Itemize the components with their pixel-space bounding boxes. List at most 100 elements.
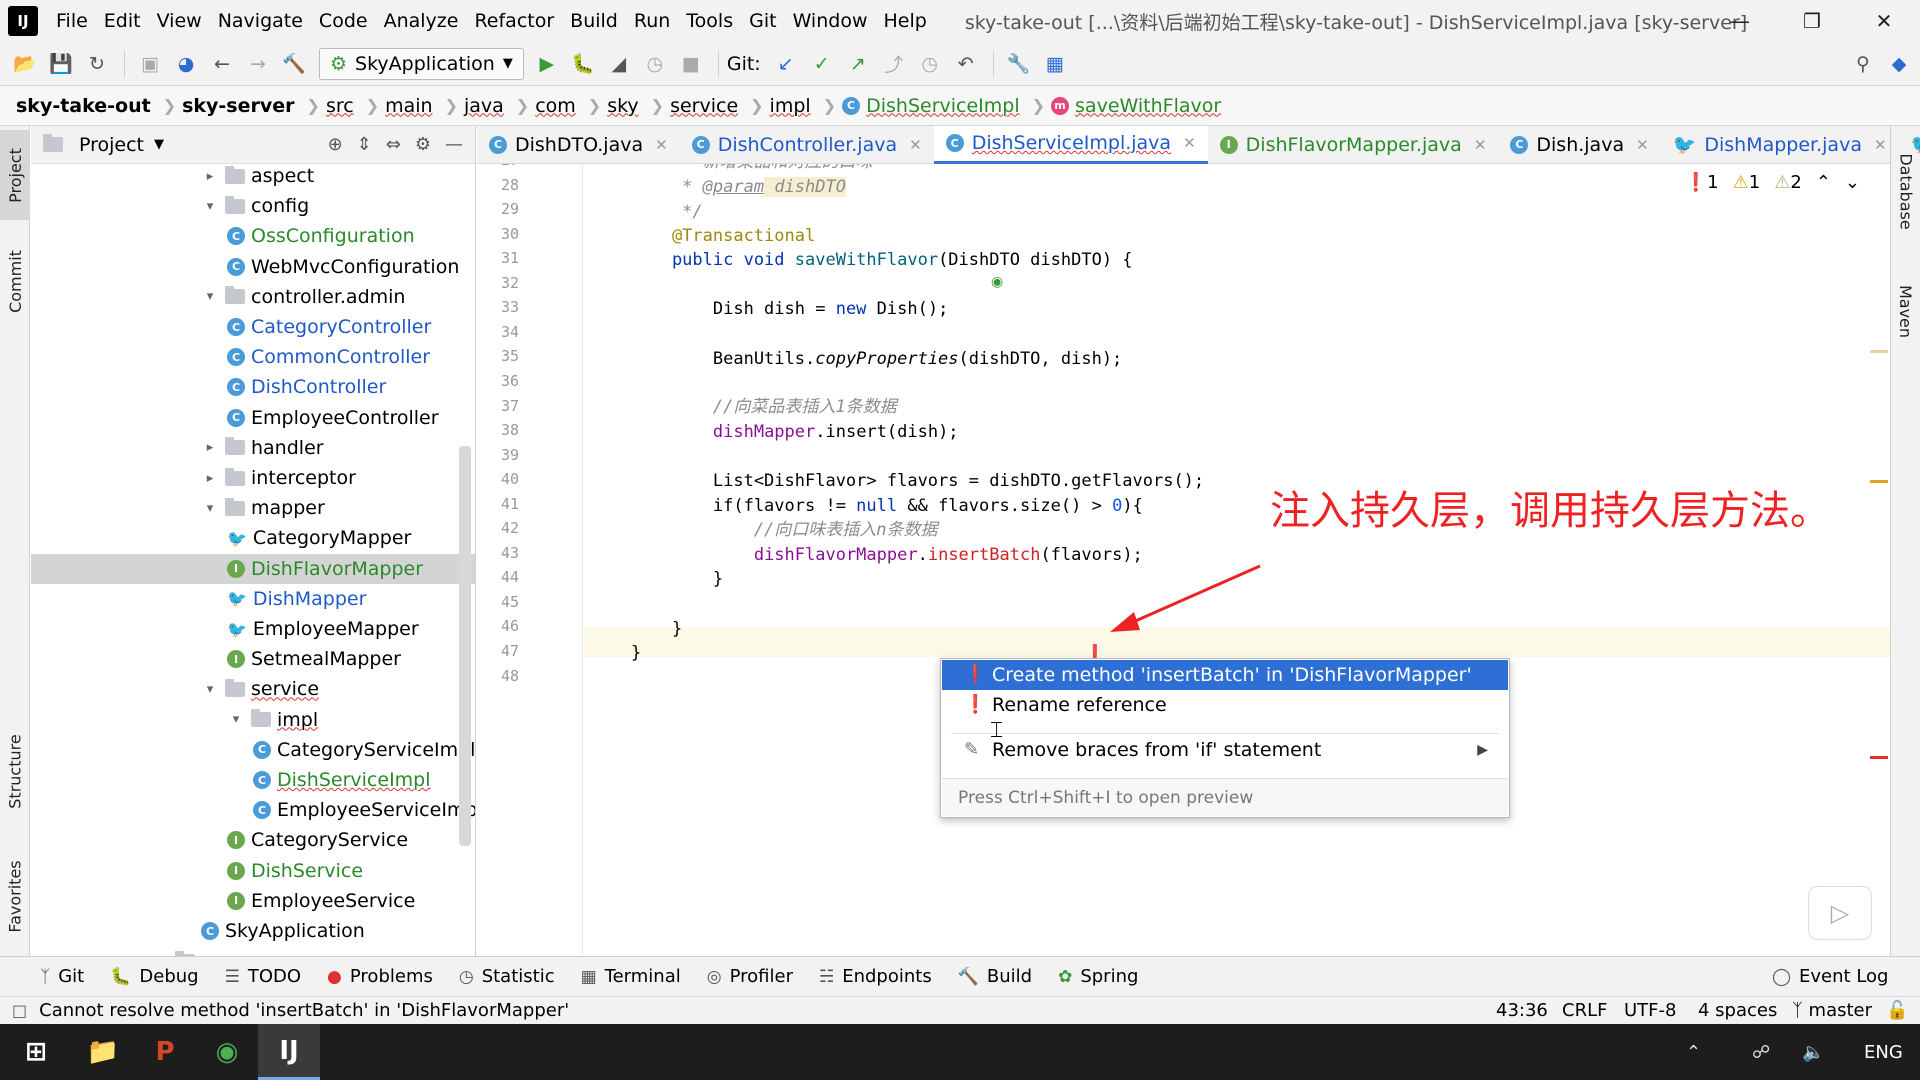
- close-tab-icon[interactable]: ✕: [1874, 136, 1887, 154]
- settings-wrench-icon[interactable]: 🔧: [1002, 47, 1036, 81]
- build-hammer-icon[interactable]: 🔨: [277, 47, 311, 81]
- git-branch[interactable]: ᛉ master: [1792, 1000, 1872, 1021]
- line-number[interactable]: 41: [477, 495, 519, 513]
- close-icon[interactable]: ✕: [1848, 0, 1920, 42]
- menu-refactor[interactable]: Refactor: [466, 10, 562, 32]
- tool-window-profiler[interactable]: ◎ Profiler: [707, 966, 793, 987]
- tree-item[interactable]: ▾ mapper: [31, 493, 475, 523]
- tool-window-event-log[interactable]: ◯ Event Log: [1772, 966, 1888, 987]
- tree-item[interactable]: C DishServiceImpl: [31, 765, 475, 795]
- class-icon[interactable]: ◕: [169, 47, 203, 81]
- rollback-icon[interactable]: ↶: [949, 47, 983, 81]
- menu-window[interactable]: Window: [785, 10, 876, 32]
- tool-window-todo[interactable]: ☰ TODO: [225, 966, 301, 987]
- tool-window-git[interactable]: ᛉ Git: [40, 966, 84, 987]
- windows-start-icon[interactable]: ⊞: [0, 1024, 72, 1080]
- line-number[interactable]: 43: [477, 544, 519, 562]
- open-folder-icon[interactable]: 📂: [8, 47, 42, 81]
- project-structure-folder-icon[interactable]: ▦: [1038, 47, 1072, 81]
- tree-item[interactable]: I EmployeeService: [31, 886, 475, 916]
- chevron-down-icon[interactable]: ▾: [201, 199, 219, 214]
- line-number[interactable]: 37: [477, 397, 519, 415]
- git-push-icon[interactable]: ↗: [841, 47, 875, 81]
- tool-window-build[interactable]: 🔨 Build: [958, 966, 1032, 987]
- line-number[interactable]: 34: [477, 323, 519, 341]
- tab-dishmapper[interactable]: 🐦 DishMapper.java ✕: [1661, 126, 1899, 164]
- git-update-icon[interactable]: ↙: [769, 47, 803, 81]
- tree-item[interactable]: ▸ handler: [31, 433, 475, 463]
- tree-item[interactable]: 🐦 CategoryMapper: [31, 523, 475, 553]
- status-square-icon[interactable]: □: [12, 1001, 27, 1020]
- line-number[interactable]: 27: [477, 164, 519, 169]
- scroll-marker[interactable]: [1870, 350, 1888, 353]
- implements-marker-icon[interactable]: ◉: [991, 274, 1003, 290]
- tree-item[interactable]: ▸ aspect: [31, 161, 475, 191]
- tree-item[interactable]: I SetmealMapper: [31, 644, 475, 674]
- history-clock-icon[interactable]: ◷: [913, 47, 947, 81]
- breadcrumb-item[interactable]: C DishServiceImpl ❯: [842, 95, 1051, 117]
- tool-window-problems[interactable]: ● Problems: [327, 966, 433, 987]
- tree-item[interactable]: C OssConfiguration: [31, 221, 475, 251]
- tree-item[interactable]: C SkyApplication: [31, 916, 475, 946]
- tree-item[interactable]: I CategoryService: [31, 825, 475, 855]
- tree-item[interactable]: 🐦 EmployeeMapper: [31, 614, 475, 644]
- tree-item[interactable]: C CategoryController: [31, 312, 475, 342]
- tool-window-endpoints[interactable]: ☵ Endpoints: [819, 966, 932, 987]
- restore-icon[interactable]: ❐: [1776, 0, 1848, 42]
- tree-item[interactable]: ▾ impl: [31, 705, 475, 735]
- coverage-icon[interactable]: ◢: [602, 47, 636, 81]
- line-number[interactable]: 45: [477, 593, 519, 611]
- breadcrumb-item[interactable]: main ❯: [385, 95, 464, 117]
- warning-count[interactable]: ⚠1: [1733, 172, 1761, 193]
- intention-rename-reference[interactable]: ❗ Rename reference: [942, 690, 1508, 720]
- tree-item[interactable]: ▾ service: [31, 674, 475, 704]
- tree-item[interactable]: 🐦 DishMapper: [31, 584, 475, 614]
- breadcrumb-item[interactable]: java ❯: [464, 95, 535, 117]
- menu-help[interactable]: Help: [875, 10, 934, 32]
- more-tabs-icon[interactable]: 🐦: [1899, 126, 1920, 164]
- line-number[interactable]: 30: [477, 225, 519, 243]
- project-structure-icon[interactable]: ▣: [133, 47, 167, 81]
- menu-analyze[interactable]: Analyze: [376, 10, 467, 32]
- tree-item[interactable]: C EmployeeController: [31, 403, 475, 433]
- close-tab-icon[interactable]: ✕: [1636, 136, 1649, 154]
- breadcrumb-item[interactable]: sky-server ❯: [182, 95, 326, 117]
- run-icon[interactable]: ▶: [530, 47, 564, 81]
- search-icon[interactable]: ⚲: [1846, 47, 1880, 81]
- chevron-down-icon[interactable]: ▾: [227, 712, 245, 727]
- menu-code[interactable]: Code: [311, 10, 376, 32]
- line-number[interactable]: 47: [477, 642, 519, 660]
- line-number[interactable]: 40: [477, 470, 519, 488]
- tree-item[interactable]: ▾ controller.admin: [31, 282, 475, 312]
- line-number[interactable]: 28: [477, 176, 519, 194]
- tree-item[interactable]: C CategoryServiceImpl: [31, 735, 475, 765]
- tool-window-spring[interactable]: ✿ Spring: [1058, 966, 1138, 987]
- line-number[interactable]: 31: [477, 249, 519, 267]
- tab-dishdto[interactable]: C DishDTO.java ✕: [477, 126, 680, 164]
- input-language[interactable]: ENG: [1864, 1042, 1903, 1063]
- intention-create-method[interactable]: ❗ Create method 'insertBatch' in 'DishFla…: [942, 660, 1508, 690]
- chevron-right-icon[interactable]: ▸: [201, 471, 219, 486]
- volume-icon[interactable]: 🔈: [1802, 1042, 1824, 1063]
- git-commit-check-icon[interactable]: ✓: [805, 47, 839, 81]
- menu-tools[interactable]: Tools: [678, 10, 741, 32]
- line-number[interactable]: 35: [477, 347, 519, 365]
- tool-tab-maven[interactable]: Maven: [1891, 266, 1920, 356]
- back-arrow-icon[interactable]: ←: [205, 47, 239, 81]
- chevron-down-icon[interactable]: ▾: [201, 501, 219, 516]
- tray-chevron-up-icon[interactable]: ⌃: [1686, 1042, 1701, 1063]
- chevron-right-icon[interactable]: ▸: [201, 440, 219, 455]
- line-number[interactable]: 46: [477, 617, 519, 635]
- menu-file[interactable]: File: [48, 10, 96, 32]
- line-number[interactable]: 42: [477, 519, 519, 537]
- tree-item[interactable]: I DishService: [31, 856, 475, 886]
- tree-item[interactable]: C EmployeeServiceImpl: [31, 795, 475, 825]
- locate-target-icon[interactable]: ⊕: [328, 134, 343, 155]
- tool-tab-structure[interactable]: Structure: [0, 716, 30, 826]
- tree-item[interactable]: I DishFlavorMapper: [31, 553, 475, 584]
- tree-scrollbar[interactable]: [459, 446, 471, 846]
- line-number[interactable]: 44: [477, 568, 519, 586]
- menu-run[interactable]: Run: [626, 10, 678, 32]
- minimize-icon[interactable]: —: [1704, 0, 1776, 42]
- play-widget-icon[interactable]: ▷: [1808, 886, 1872, 940]
